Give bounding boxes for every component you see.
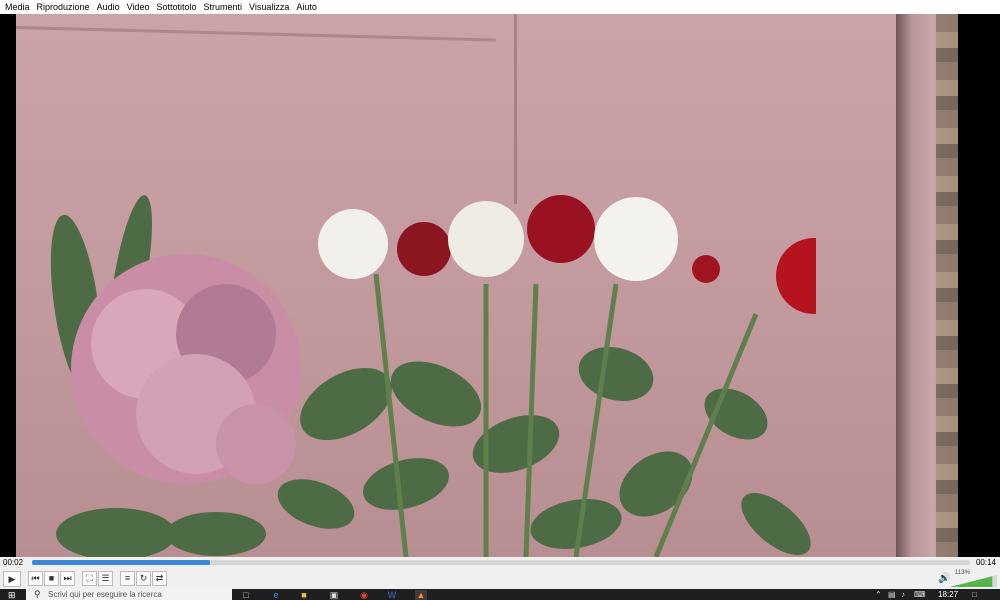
extended-settings-button[interactable]: ☰ [98,571,113,586]
vlc-icon[interactable]: ▲ [415,590,427,600]
menu-bar: Media Riproduzione Audio Video Sottotito… [0,0,1000,14]
search-icon: ⚲ [34,589,41,599]
keyboard-icon[interactable]: ⌨ [914,589,926,600]
menu-audio[interactable]: Audio [95,0,125,14]
play-icon: ▶ [8,573,16,584]
search-placeholder: Scrivi qui per eseguire la ricerca [48,590,162,599]
task-view-icon[interactable]: □ [240,590,252,600]
loop-button[interactable]: ↻ [136,571,151,586]
stop-button[interactable]: ■ [44,571,59,586]
network-icon[interactable]: ▤ [888,589,896,600]
loop-icon: ↻ [139,573,148,583]
fullscreen-button[interactable]: ⛶ [82,571,97,586]
next-button[interactable]: ⏭ [60,571,75,586]
elapsed-time: 00:02 [3,558,24,567]
previous-icon: ⏮ [31,573,40,583]
menu-tools[interactable]: Strumenti [201,0,247,14]
windows-start-icon[interactable]: ⊞ [8,590,16,600]
seek-bar-fill [32,560,211,565]
menu-playback[interactable]: Riproduzione [35,0,95,14]
menu-subtitle[interactable]: Sottotitolo [154,0,201,14]
ground-leaves [936,14,958,557]
seek-row: 00:02 00:14 [0,557,1000,569]
taskbar-clock: 18:27 [938,590,959,599]
file-explorer-icon[interactable]: ■ [298,590,310,600]
video-area[interactable] [0,14,1000,557]
control-bar: ▶ ⏮ ■ ⏭ ⛶ ☰ ≡ ↻ ⇄ 🔊 113% [0,569,1000,589]
wall-crack [514,14,517,204]
taskbar: ⊞ ⚲ Scrivi qui per eseguire la ricerca □… [0,589,1000,600]
stop-icon: ■ [48,573,55,583]
equalizer-icon: ☰ [101,573,110,583]
fullscreen-icon: ⛶ [86,573,93,583]
notifications-icon[interactable]: □ [972,589,977,600]
volume-tray-icon[interactable]: ♪ [901,589,905,600]
menu-view[interactable]: Visualizza [247,0,294,14]
wall-crack [16,26,496,42]
total-time: 00:14 [975,558,996,567]
menu-media[interactable]: Media [3,0,35,14]
video-frame [16,14,958,557]
flowers-illustration [50,195,816,557]
menu-video[interactable]: Video [125,0,155,14]
word-icon[interactable]: W [386,590,398,600]
volume-slider[interactable] [950,575,997,587]
chrome-icon[interactable]: ◉ [358,590,370,600]
menu-help[interactable]: Aiuto [294,0,322,14]
shuffle-icon: ⇄ [155,573,164,583]
edge-browser-icon[interactable]: e [270,590,282,600]
play-button[interactable]: ▶ [3,571,21,587]
playlist-button[interactable]: ≡ [120,571,135,586]
shuffle-button[interactable]: ⇄ [152,571,167,586]
previous-button[interactable]: ⏮ [28,571,43,586]
speaker-icon[interactable]: 🔊 [938,573,950,585]
taskbar-search-box[interactable]: ⚲ Scrivi qui per eseguire la ricerca [26,589,232,600]
seek-bar[interactable] [32,560,970,565]
tray-chevron-icon[interactable]: ⌃ [875,589,882,600]
playlist-icon: ≡ [124,573,131,583]
next-icon: ⏭ [63,573,72,583]
store-icon[interactable]: ▣ [328,590,340,600]
